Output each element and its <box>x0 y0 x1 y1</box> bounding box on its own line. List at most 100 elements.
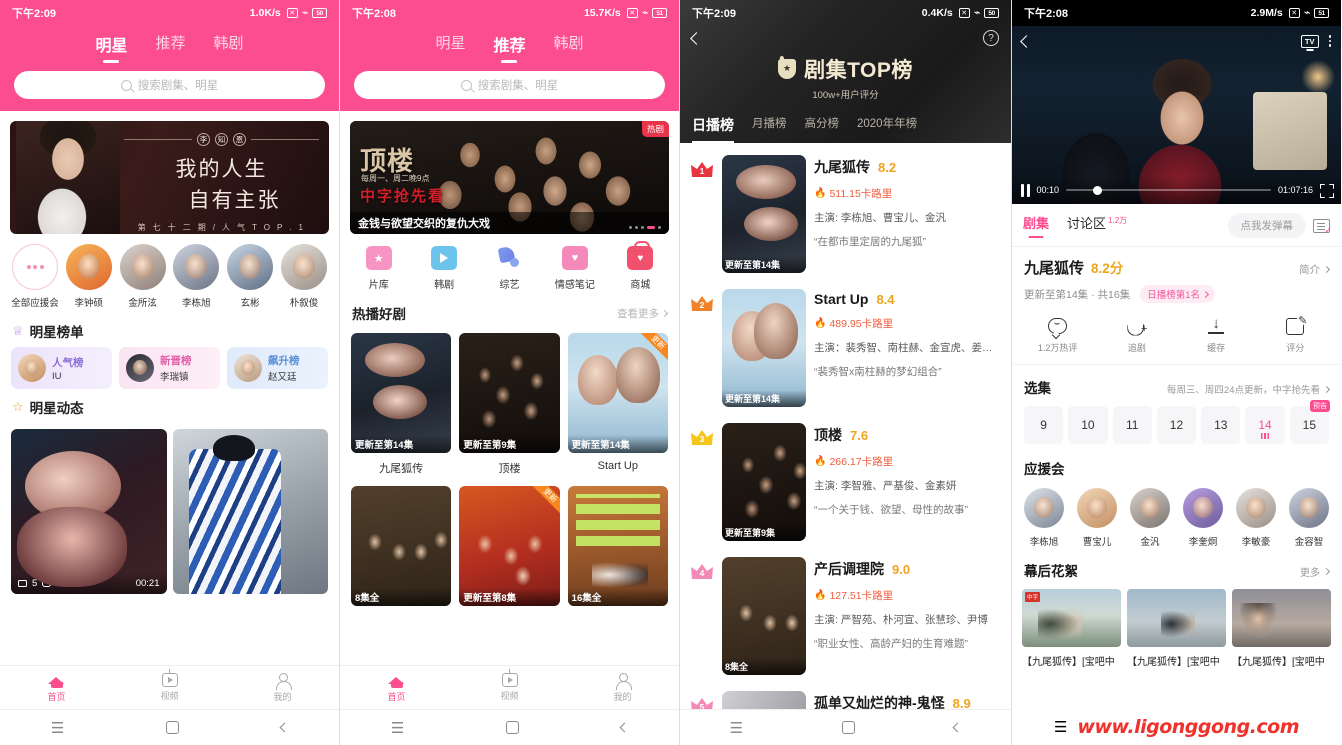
video-player[interactable]: 下午2:08 2.9M/s ✕ ⌁ 51 TV 00:10 01:07:16 <box>1012 0 1341 204</box>
fan-member[interactable]: 李栋旭 <box>1022 488 1066 548</box>
avatar-item-3[interactable]: 李栋旭 <box>171 244 221 309</box>
menu-icon[interactable]: ☰ <box>391 719 404 737</box>
rank-card-title: 人气榜 <box>52 356 84 369</box>
danmaku-icon[interactable] <box>1313 218 1332 236</box>
tab-hanju[interactable]: 韩剧 <box>554 32 584 63</box>
category-item-library[interactable]: 片库 <box>346 246 411 291</box>
category-item-kdrama[interactable]: 韩剧 <box>411 246 476 291</box>
square-icon[interactable] <box>842 721 856 734</box>
more-icon[interactable] <box>1328 35 1331 47</box>
poster-item[interactable]: 更新至第14集 九尾狐传 <box>351 333 452 476</box>
back-icon[interactable] <box>690 31 703 45</box>
episode-button[interactable]: 9 <box>1024 406 1064 444</box>
poster-item[interactable]: 8集全 <box>351 486 452 606</box>
tabbar-item-video[interactable]: 视频 <box>113 666 226 709</box>
tab-mingxing[interactable]: 明星 <box>95 32 127 63</box>
fan-member[interactable]: 李敏豪 <box>1234 488 1278 548</box>
feed-card-2[interactable] <box>172 429 328 594</box>
tab-highscore[interactable]: 高分榜 <box>805 115 840 143</box>
tab-episodes[interactable]: 剧集 <box>1023 213 1049 238</box>
back-icon[interactable] <box>1020 34 1033 48</box>
back-icon[interactable] <box>619 722 630 733</box>
rank-card-rising[interactable]: 飙升榜 赵又廷 <box>227 347 328 389</box>
square-icon[interactable] <box>166 721 180 734</box>
tabbar-item-profile[interactable]: 我的 <box>566 666 679 709</box>
poster-item[interactable]: 更新 更新至第8集 <box>459 486 560 606</box>
progress-knob[interactable] <box>1092 185 1102 195</box>
hot-section-header: 热播好剧 查看更多 <box>340 295 679 329</box>
tab-mingxing[interactable]: 明星 <box>435 32 465 63</box>
rank-badge[interactable]: 日播榜第1名 <box>1140 285 1215 303</box>
tab-yearly[interactable]: 2020年年榜 <box>857 115 917 143</box>
poster-item[interactable]: 16集全 <box>567 486 668 606</box>
action-download[interactable]: 缓存 <box>1177 315 1256 354</box>
update-note[interactable]: 每周三、周四24点更新，中字抢先看 <box>1167 382 1331 396</box>
fan-member[interactable]: 曹宝儿 <box>1075 488 1119 548</box>
episode-button[interactable]: 13 <box>1201 406 1241 444</box>
pause-icon[interactable] <box>1021 183 1030 197</box>
see-more-button[interactable]: 查看更多 <box>617 306 669 321</box>
search-input[interactable]: 搜索剧集、明星 <box>14 71 325 99</box>
action-rate[interactable]: 评分 <box>1256 314 1335 354</box>
action-comments[interactable]: 1.2万热评 <box>1018 315 1097 354</box>
tab-daily[interactable]: 日播榜 <box>692 115 734 143</box>
tab-discussion[interactable]: 讨论区 1.2万 <box>1067 213 1127 238</box>
tab-tuijian[interactable]: 推荐 <box>155 32 185 63</box>
action-follow[interactable]: 追剧 <box>1097 315 1176 354</box>
avatar-item-2[interactable]: 金所泫 <box>118 244 168 309</box>
behind-scenes-item[interactable]: 【九尾狐传】[宝吧中 <box>1127 589 1226 668</box>
menu-icon[interactable]: ☰ <box>730 719 743 737</box>
poster-item[interactable]: 更新至第9集 顶楼 <box>459 333 560 476</box>
danmaku-input[interactable]: 点我发弹幕 <box>1227 213 1306 238</box>
banner-pagination-dots[interactable] <box>629 226 661 229</box>
fan-member[interactable]: 金容智 <box>1287 488 1331 548</box>
menu-icon[interactable]: ☰ <box>51 719 64 737</box>
fan-member-row: 李栋旭 曹宝儿 金汎 李奎炯 李敏豪 金容智 <box>1022 488 1331 548</box>
fan-member[interactable]: 李奎炯 <box>1181 488 1225 548</box>
intro-link[interactable]: 简介 <box>1299 262 1331 277</box>
search-input[interactable]: 搜索剧集、明星 <box>354 71 665 99</box>
help-icon[interactable]: ? <box>983 30 999 46</box>
poster-item[interactable]: 更新 更新至第14集 Start Up <box>567 333 668 476</box>
back-icon[interactable] <box>952 722 963 733</box>
fullscreen-icon[interactable] <box>1320 184 1332 196</box>
tabbar-item-profile[interactable]: 我的 <box>226 666 339 709</box>
avatar-item-5[interactable]: 朴叙俊 <box>279 244 329 309</box>
rank-card-new[interactable]: 新晋榜 李瑞镇 <box>119 347 220 389</box>
star-banner[interactable]: 李 知 恩 我的人生 自有主张 第 七 十 二 期 / 人 气 T O P . … <box>10 121 329 234</box>
avatar-item-4[interactable]: 玄彬 <box>225 244 275 309</box>
feed-card-1[interactable]: 5 0 00:21 <box>11 429 167 594</box>
drama-banner[interactable]: 顶楼 每周一、周二晚9点 中字抢先看 热剧 金钱与欲望交织的复仇大戏 <box>350 121 669 234</box>
tab-tuijian[interactable]: 推荐 <box>493 32 525 63</box>
more-link[interactable]: 更多 <box>1300 564 1331 579</box>
ranking-row[interactable]: 3 更新至第9集 顶楼 7.6 🔥 266.17卡路里 主演: 李智雅、严基俊、… <box>680 413 1011 547</box>
category-item-shop[interactable]: 商城 <box>608 241 673 291</box>
episode-button-preview[interactable]: 预告 15 <box>1289 400 1330 444</box>
tabbar-item-home[interactable]: 首页 <box>0 666 113 709</box>
tab-hanju[interactable]: 韩剧 <box>214 32 244 63</box>
avatar-item-1[interactable]: 李钟硕 <box>64 244 114 309</box>
ranking-row[interactable]: 1 更新至第14集 九尾狐传 8.2 🔥 511.15卡路里 主演: 李栋旭、曹… <box>680 145 1011 279</box>
fan-member[interactable]: 金汎 <box>1128 488 1172 548</box>
category-item-variety[interactable]: 综艺 <box>477 246 542 291</box>
screen-top-ranking: 下午2:09 0.4K/s ✕ ⌁ 50 ? 剧集TOP榜 100w+用户评分 … <box>680 0 1012 745</box>
episode-button[interactable]: 12 <box>1156 406 1197 444</box>
behind-scenes-item[interactable]: 【九尾狐传】[宝吧中 <box>1232 589 1331 668</box>
progress-slider[interactable] <box>1066 185 1271 195</box>
back-icon[interactable] <box>279 722 290 733</box>
episode-button-current[interactable]: 14 <box>1245 406 1285 444</box>
behind-scenes-item[interactable]: 中字 【九尾狐传】[宝吧中 <box>1022 589 1121 668</box>
ranking-row[interactable]: 4 8集全 产后调理院 9.0 🔥 127.51卡路里 主演: 严智苑、朴河宣、… <box>680 547 1011 681</box>
ranking-row[interactable]: 2 更新至第14集 Start Up 8.4 🔥 489.95卡路里 主演：裴秀… <box>680 279 1011 413</box>
category-item-notes[interactable]: 情感笔记 <box>542 246 607 291</box>
tv-cast-icon[interactable]: TV <box>1300 34 1319 48</box>
episode-button[interactable]: 11 <box>1112 406 1152 444</box>
square-icon[interactable] <box>506 721 520 734</box>
tab-monthly[interactable]: 月播榜 <box>752 115 787 143</box>
tabbar-item-home[interactable]: 首页 <box>340 666 453 709</box>
episode-button[interactable]: 10 <box>1068 406 1108 444</box>
tabbar-item-video[interactable]: 视频 <box>453 666 566 709</box>
avatar-item-all[interactable]: 全部应援会 <box>10 244 60 309</box>
menu-icon[interactable]: ☰ <box>1054 718 1067 736</box>
rank-card-popular[interactable]: 人气榜 IU <box>11 347 112 389</box>
